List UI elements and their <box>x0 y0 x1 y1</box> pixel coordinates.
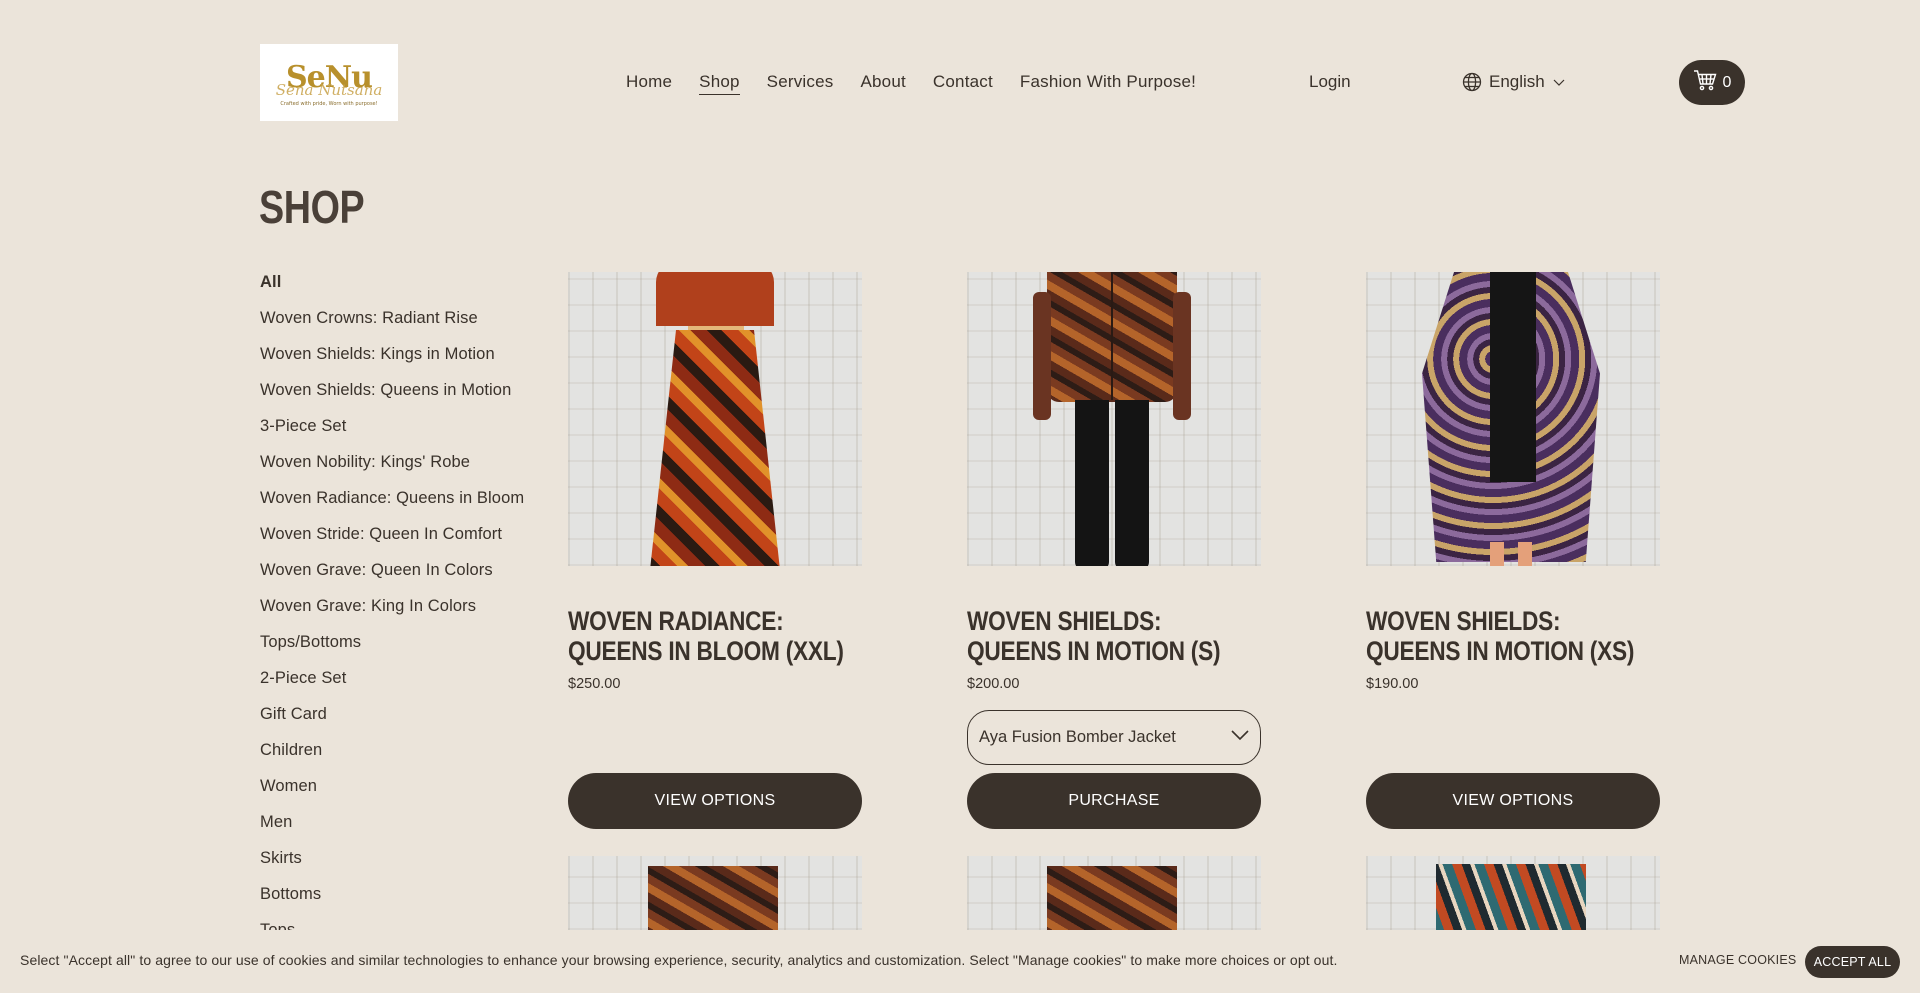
category-item[interactable]: Bottoms <box>260 882 560 918</box>
product-price: $200.00 <box>967 676 1020 692</box>
nav-about[interactable]: About <box>860 70 905 95</box>
category-item[interactable]: Woven Shields: Kings in Motion <box>260 342 560 378</box>
purchase-button[interactable]: PURCHASE <box>967 773 1261 829</box>
category-item[interactable]: Women <box>260 774 560 810</box>
product-price: $190.00 <box>1366 676 1419 692</box>
product-image[interactable] <box>1366 856 1660 930</box>
cookie-text: Select "Accept all" to agree to our use … <box>20 952 1338 968</box>
product-image[interactable] <box>967 272 1261 566</box>
category-item[interactable]: Children <box>260 738 560 774</box>
product-image[interactable] <box>967 856 1261 930</box>
cart-button[interactable]: 0 <box>1679 60 1745 105</box>
cookie-banner: Select "Accept all" to agree to our use … <box>0 930 1920 993</box>
category-item[interactable]: Gift Card <box>260 702 560 738</box>
variant-select-value: Aya Fusion Bomber Jacket <box>979 728 1176 746</box>
language-selector[interactable]: English <box>1462 70 1566 94</box>
manage-cookies-button[interactable]: MANAGE COOKIES <box>1679 953 1796 967</box>
product-price: $250.00 <box>568 676 621 692</box>
category-item[interactable]: Woven Nobility: Kings' Robe <box>260 450 560 486</box>
login-link[interactable]: Login <box>1309 70 1351 94</box>
product-image[interactable] <box>568 856 862 930</box>
product-image[interactable] <box>568 272 862 566</box>
nav-services[interactable]: Services <box>767 70 834 95</box>
product-title[interactable]: Woven Shields: Queens in Motion (XS) <box>1366 606 1660 666</box>
view-options-button[interactable]: VIEW OPTIONS <box>568 773 862 829</box>
chevron-down-icon <box>1552 77 1566 87</box>
category-item[interactable]: Woven Crowns: Radiant Rise <box>260 306 560 342</box>
category-item[interactable]: 2-Piece Set <box>260 666 560 702</box>
category-item[interactable]: Woven Shields: Queens in Motion <box>260 378 560 414</box>
main-nav: Home Shop Services About Contact Fashion… <box>626 70 1196 95</box>
category-item[interactable]: 3-Piece Set <box>260 414 560 450</box>
nav-fashion-with-purpose[interactable]: Fashion With Purpose! <box>1020 70 1196 95</box>
variant-select[interactable]: Aya Fusion Bomber Jacket <box>967 710 1261 765</box>
chevron-down-icon <box>1230 728 1250 747</box>
product-title[interactable]: Woven Radiance: Queens in Bloom (XXL) <box>568 606 862 666</box>
product-card: Woven Shields: Queens in Motion (S) $200… <box>967 272 1261 832</box>
brand-logo[interactable]: SeNu Sena Nutsana Crafted with pride, Wo… <box>260 44 398 121</box>
cart-count: 0 <box>1722 73 1732 91</box>
category-item[interactable]: Woven Radiance: Queens in Bloom <box>260 486 560 522</box>
accept-all-button[interactable]: ACCEPT ALL <box>1805 946 1900 978</box>
category-item[interactable]: Woven Stride: Queen In Comfort <box>260 522 560 558</box>
nav-home[interactable]: Home <box>626 70 672 95</box>
product-card: Woven Radiance: Queens in Bloom (XXL) $2… <box>568 272 862 832</box>
product-title[interactable]: Woven Shields: Queens in Motion (S) <box>967 606 1261 666</box>
logo-tagline: Crafted with pride, Worn with purpose! <box>280 100 378 107</box>
view-options-button[interactable]: VIEW OPTIONS <box>1366 773 1660 829</box>
category-item[interactable]: Woven Grave: King In Colors <box>260 594 560 630</box>
category-sidebar: All Woven Crowns: Radiant Rise Woven Shi… <box>260 270 560 938</box>
category-item[interactable]: Woven Grave: Queen In Colors <box>260 558 560 594</box>
category-item[interactable]: Men <box>260 810 560 846</box>
category-item[interactable]: Tops/Bottoms <box>260 630 560 666</box>
product-card: Woven Shields: Queens in Motion (XS) $19… <box>1366 272 1660 832</box>
product-image[interactable] <box>1366 272 1660 566</box>
site-header: SeNu Sena Nutsana Crafted with pride, Wo… <box>0 0 1920 160</box>
cart-icon <box>1693 69 1717 96</box>
nav-contact[interactable]: Contact <box>933 70 993 95</box>
globe-icon <box>1462 72 1482 92</box>
category-all[interactable]: All <box>260 270 560 306</box>
language-label: English <box>1489 72 1545 91</box>
page-title: SHOP <box>259 181 365 233</box>
category-item[interactable]: Skirts <box>260 846 560 882</box>
logo-script: Sena Nutsana <box>275 80 383 99</box>
nav-shop[interactable]: Shop <box>699 70 740 95</box>
